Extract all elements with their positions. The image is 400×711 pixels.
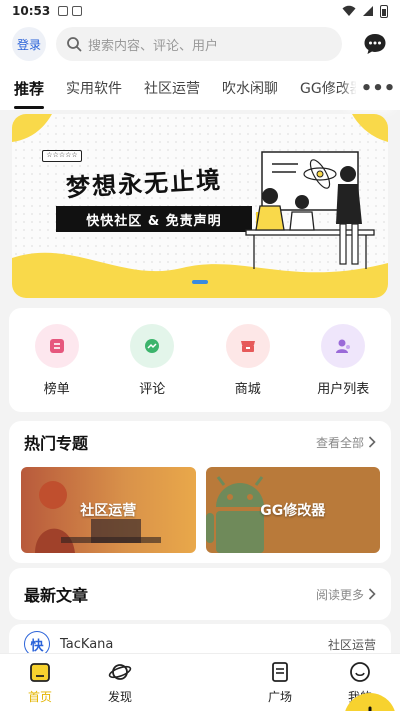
search-icon bbox=[67, 37, 82, 52]
tab-gg-modifier[interactable]: GG修改器 bbox=[300, 78, 364, 98]
section-title: 最新文章 bbox=[24, 586, 89, 605]
profile-icon bbox=[350, 662, 370, 682]
nav-label: 广场 bbox=[267, 690, 292, 704]
quick-link-label: 榜单 bbox=[43, 381, 70, 397]
banner-tag: ☆☆☆☆☆ bbox=[42, 150, 82, 162]
topic-card-gg-modifier[interactable]: GG修改器 bbox=[205, 467, 380, 553]
tab-useful-software[interactable]: 实用软件 bbox=[66, 78, 122, 98]
topic-label: GG修改器 bbox=[260, 503, 326, 519]
banner-subtitle: 快快社区 & 免责声明 bbox=[56, 206, 270, 232]
nav-label: 首页 bbox=[27, 690, 52, 704]
article-category[interactable]: 社区运营 bbox=[328, 636, 376, 653]
battery-icon bbox=[380, 4, 388, 18]
tab-community-ops[interactable]: 社区运营 bbox=[144, 78, 200, 98]
top-bar: 登录 搜索内容、评论、用户 bbox=[0, 22, 400, 66]
users-icon bbox=[336, 339, 351, 353]
planet-icon bbox=[108, 664, 132, 680]
read-more-label: 阅读更多 bbox=[315, 587, 364, 602]
document-icon bbox=[272, 662, 288, 682]
home-icon bbox=[30, 663, 50, 682]
plus-icon bbox=[368, 706, 372, 711]
wifi-icon bbox=[342, 5, 356, 16]
nav-square[interactable]: 广场 bbox=[250, 660, 310, 705]
bottom-nav: 首页 发现 广场 我的 bbox=[0, 653, 400, 711]
status-bar: 10:53 bbox=[0, 0, 400, 22]
view-all-link[interactable]: 查看全部 bbox=[316, 434, 376, 451]
banner[interactable]: ☆☆☆☆☆ 梦想永无止境 快快社区 & 免责声明 bbox=[12, 114, 388, 298]
shop-icon bbox=[240, 340, 255, 352]
message-icon[interactable] bbox=[362, 31, 388, 57]
signal-icon bbox=[363, 6, 373, 16]
read-more-link[interactable]: 阅读更多 bbox=[316, 586, 376, 603]
section-title: 热门专题 bbox=[24, 434, 89, 453]
app-notification-icon bbox=[72, 6, 83, 16]
chevron-right-icon bbox=[368, 436, 376, 448]
topic-label: 社区运营 bbox=[80, 503, 137, 519]
quick-link-label: 评论 bbox=[139, 381, 166, 397]
comment-icon bbox=[145, 338, 160, 353]
quick-link-users[interactable]: 用户列表 bbox=[303, 323, 383, 397]
search-input[interactable]: 搜索内容、评论、用户 bbox=[56, 27, 342, 61]
quick-link-comments[interactable]: 评论 bbox=[112, 323, 192, 397]
more-tabs-icon[interactable]: ••• bbox=[356, 66, 400, 110]
chevron-right-icon bbox=[368, 588, 376, 600]
category-tabs: 推荐 实用软件 社区运营 吹水闲聊 GG修改器 ••• bbox=[0, 66, 400, 110]
topic-card-community-ops[interactable]: 社区运营 bbox=[21, 467, 196, 553]
hot-topics-section: 热门专题 查看全部 社区运营 GG修改器 bbox=[9, 421, 391, 563]
corner-blob bbox=[12, 114, 52, 142]
login-button[interactable]: 登录 bbox=[12, 27, 46, 61]
nav-home[interactable]: 首页 bbox=[10, 660, 70, 705]
quick-link-ranking[interactable]: 榜单 bbox=[17, 323, 97, 397]
banner-indicator bbox=[192, 280, 208, 284]
view-all-label: 查看全部 bbox=[315, 435, 364, 450]
image-notification-icon bbox=[58, 6, 69, 16]
quick-link-label: 用户列表 bbox=[317, 381, 370, 397]
status-time: 10:53 bbox=[12, 4, 51, 18]
quick-link-label: 商城 bbox=[234, 381, 261, 397]
article-author: TacKana bbox=[60, 636, 114, 652]
tab-chat[interactable]: 吹水闲聊 bbox=[222, 78, 278, 98]
search-placeholder: 搜索内容、评论、用户 bbox=[88, 38, 219, 54]
nav-label: 发现 bbox=[107, 690, 132, 704]
quick-link-shop[interactable]: 商城 bbox=[208, 323, 288, 397]
tab-recommend[interactable]: 推荐 bbox=[14, 78, 45, 109]
banner-illustration bbox=[245, 151, 375, 269]
nav-discover[interactable]: 发现 bbox=[90, 660, 150, 705]
quick-links: 榜单 评论 商城 用户列表 bbox=[9, 308, 391, 412]
ranking-icon bbox=[49, 338, 64, 353]
latest-articles-section: 最新文章 阅读更多 bbox=[9, 568, 391, 620]
